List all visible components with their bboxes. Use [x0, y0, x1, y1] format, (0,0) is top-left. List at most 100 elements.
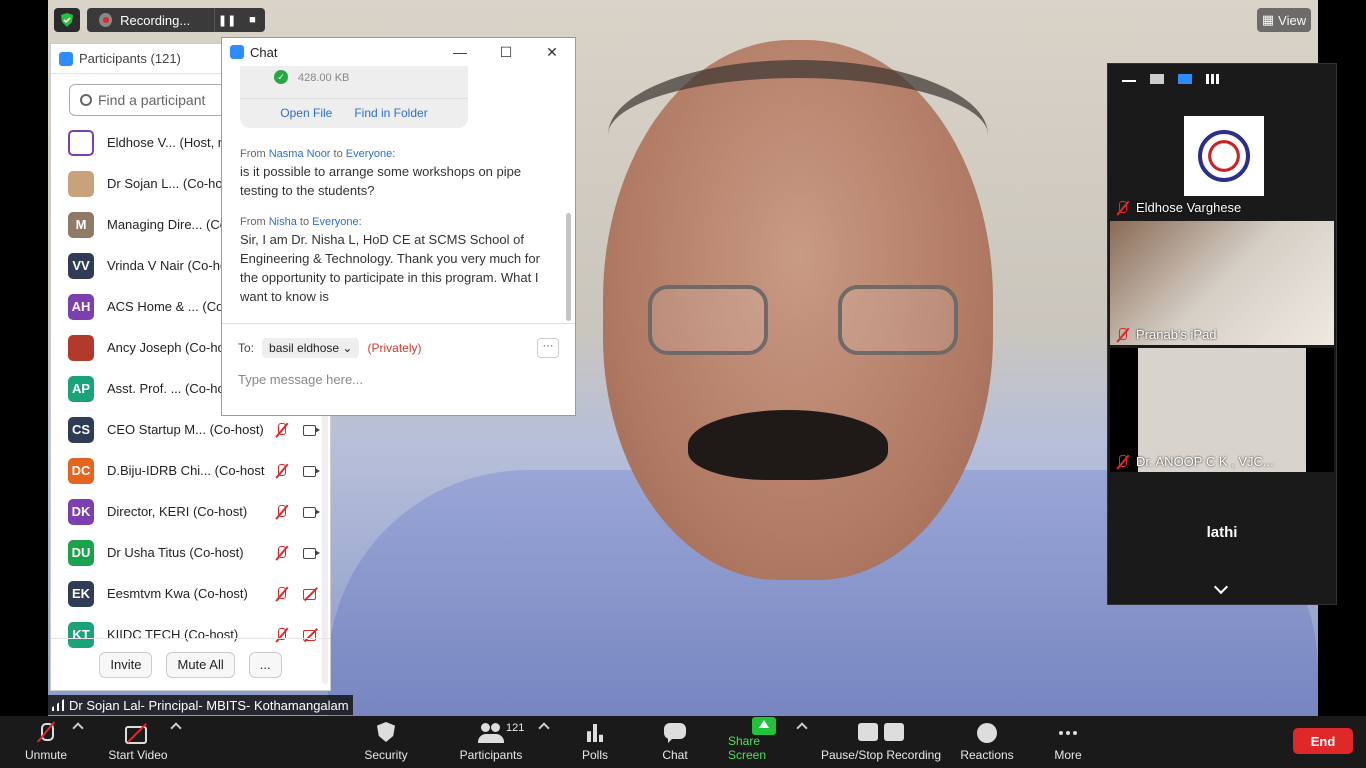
participant-row[interactable]: DU Dr Usha Titus (Co-host) [51, 532, 321, 573]
participants-label: Participants [459, 748, 523, 762]
video-off-icon[interactable] [303, 587, 319, 601]
participants-title: Participants (121) [79, 51, 181, 66]
message-to-word: to [299, 216, 310, 228]
chat-label: Chat [662, 748, 688, 762]
participants-more-button[interactable]: ... [248, 651, 282, 678]
open-file-link[interactable]: Open File [280, 106, 332, 120]
recipient-select[interactable]: basil eldhose ⌄ [262, 338, 360, 358]
tile-name: Pranab's iPad [1136, 327, 1217, 342]
avatar: VV [68, 252, 94, 279]
participants-count: 121 [506, 722, 525, 734]
avatar [68, 334, 94, 361]
message-text: is it possible to arrange some workshops… [240, 164, 522, 198]
strip-view-icon[interactable] [1178, 74, 1192, 84]
mic-muted-icon[interactable] [273, 504, 289, 519]
zoom-logo-icon [230, 45, 244, 59]
security-shield-icon[interactable] [54, 8, 80, 32]
mic-muted-icon [1114, 327, 1130, 342]
reactions-button[interactable]: Reactions [958, 716, 1016, 768]
chat-compose: To: basil eldhose ⌄ (Privately) ··· Type… [222, 323, 575, 415]
mic-muted-icon[interactable] [273, 586, 289, 601]
video-gallery-strip: Eldhose Varghese Pranab's iPad Dr. ANOOP… [1107, 63, 1337, 605]
recording-bar: Recording... ❚❚ ■ [87, 8, 265, 32]
message-recipient: Everyone: [312, 216, 362, 228]
start-video-button[interactable]: Start Video [104, 716, 172, 768]
pause-stop-icon [856, 722, 906, 744]
video-camera-icon[interactable] [303, 423, 320, 437]
avatar: CS [68, 416, 94, 443]
participant-row[interactable]: DK Director, KERI (Co-host) [51, 491, 321, 532]
view-button[interactable]: ▦ View [1257, 8, 1311, 32]
chevron-down-icon[interactable] [1213, 579, 1229, 595]
unmute-label: Unmute [24, 748, 68, 762]
signal-strength-icon [52, 699, 64, 711]
tile-name: Eldhose Varghese [1136, 200, 1242, 215]
audio-options-caret-icon[interactable] [72, 722, 84, 734]
video-camera-icon[interactable] [303, 505, 320, 519]
avatar: DC [68, 457, 94, 484]
maximize-icon[interactable]: ☐ [483, 44, 529, 61]
pause-stop-recording-button[interactable]: Pause/Stop Recording [820, 716, 942, 768]
message-sender[interactable]: Nisha [269, 216, 297, 228]
unmute-button[interactable]: Unmute [20, 716, 72, 768]
participant-name: Dr Usha Titus (Co-host) [107, 545, 244, 560]
close-icon[interactable]: ✕ [529, 44, 575, 61]
participants-options-caret-icon[interactable] [538, 722, 550, 734]
pause-recording-icon[interactable]: ❚❚ [215, 8, 240, 32]
mic-muted-icon[interactable] [273, 463, 289, 478]
download-complete-icon: ✓ [274, 70, 288, 84]
video-camera-icon[interactable] [303, 546, 320, 560]
mic-muted-icon[interactable] [273, 422, 289, 437]
avatar: DK [68, 498, 94, 525]
chat-scrollbar[interactable] [566, 213, 571, 321]
participants-icon [478, 722, 504, 744]
participant-search-placeholder: Find a participant [98, 92, 206, 108]
minimize-video-icon[interactable] [1122, 76, 1136, 82]
grid-view-icon: ▦ [1261, 12, 1275, 27]
minimize-icon[interactable]: — [437, 44, 483, 61]
chat-more-button[interactable]: ··· [537, 338, 559, 358]
gallery-toolbar [1108, 64, 1336, 94]
find-in-folder-link[interactable]: Find in Folder [354, 106, 427, 120]
speaker-view-icon[interactable] [1150, 74, 1164, 84]
video-options-caret-icon[interactable] [170, 722, 182, 734]
speaker-glasses-right [838, 285, 958, 355]
polls-label: Polls [581, 748, 608, 762]
view-button-label: View [1278, 12, 1307, 28]
reactions-label: Reactions [960, 748, 1014, 762]
speaker-mustache [688, 410, 888, 480]
chat-button[interactable]: Chat [652, 716, 698, 768]
participant-row[interactable]: EK Eesmtvm Kwa (Co-host) [51, 573, 321, 614]
speaker-glasses-left [648, 285, 768, 355]
more-icon [1055, 722, 1081, 744]
recording-dot-icon [99, 13, 113, 27]
video-tile[interactable]: Eldhose Varghese [1110, 94, 1334, 218]
mic-muted-icon [1114, 200, 1130, 215]
zoom-logo-icon [59, 51, 73, 66]
polls-button[interactable]: Polls [572, 716, 618, 768]
avatar: AH [68, 293, 94, 320]
gallery-grid-icon[interactable] [1206, 74, 1220, 84]
message-sender[interactable]: Nasma Noor [269, 148, 331, 160]
mute-all-button[interactable]: Mute All [166, 651, 235, 678]
polls-icon [582, 722, 608, 744]
participant-row[interactable]: DC D.Biju-IDRB Chi... (Co-host) [51, 450, 321, 491]
stop-recording-icon[interactable]: ■ [240, 8, 265, 32]
end-meeting-button[interactable]: End [1293, 728, 1353, 754]
invite-button[interactable]: Invite [99, 651, 153, 678]
share-screen-button[interactable]: Share Screen [728, 716, 800, 768]
security-button[interactable]: Security [360, 716, 412, 768]
video-camera-icon[interactable] [303, 464, 320, 478]
chat-message-input[interactable]: Type message here... [222, 358, 575, 387]
video-tile[interactable]: Pranab's iPad [1110, 221, 1334, 345]
chat-messages: ✓ 428.00 KB Open File Find in Folder Fro… [222, 66, 567, 322]
video-tile-name-only[interactable]: lathi [1108, 524, 1336, 541]
avatar: DU [68, 539, 94, 566]
participants-footer: Invite Mute All ... [51, 638, 330, 690]
avatar [68, 129, 94, 156]
chat-icon [662, 722, 688, 744]
more-label: More [1054, 748, 1082, 762]
video-tile[interactable]: Dr. ANOOP C K , VJC... [1110, 348, 1334, 472]
more-button[interactable]: More [1048, 716, 1088, 768]
mic-muted-icon[interactable] [273, 545, 289, 560]
